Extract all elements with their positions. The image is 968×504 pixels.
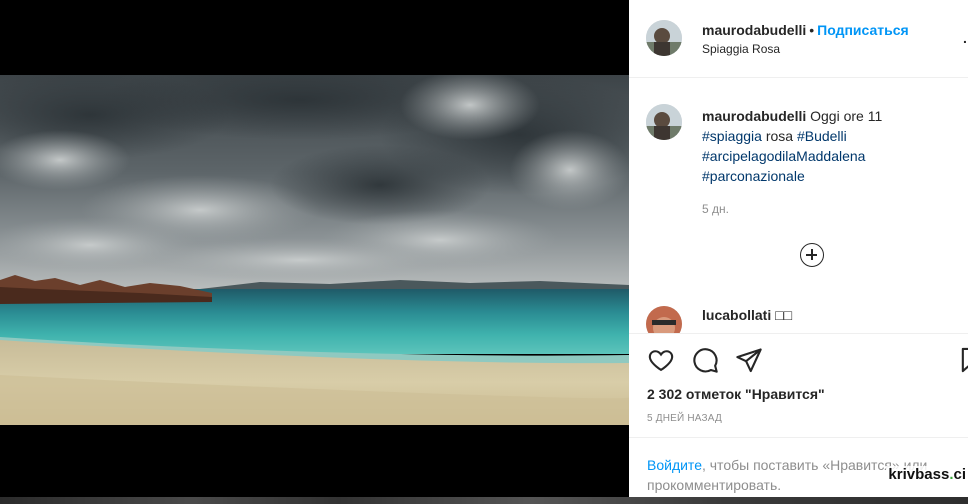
author-avatar-image bbox=[646, 20, 682, 56]
separator-dot: • bbox=[809, 22, 815, 38]
post-caption: maurodabudelli Oggi ore 11 #spiaggia ros… bbox=[702, 106, 952, 186]
watermark-tail: ci bbox=[953, 466, 966, 483]
post-media[interactable] bbox=[0, 0, 629, 504]
bookmark-icon[interactable] bbox=[957, 346, 968, 374]
caption-author-avatar[interactable] bbox=[646, 104, 682, 140]
commenter-username[interactable]: lucabollati bbox=[702, 307, 771, 323]
commenter-avatar-image bbox=[646, 306, 682, 333]
login-link[interactable]: Войдите bbox=[647, 457, 702, 473]
caption-word: rosa bbox=[765, 128, 794, 144]
hashtag-link[interactable]: #parconazionale bbox=[702, 168, 805, 184]
caption-username[interactable]: maurodabudelli bbox=[702, 108, 806, 124]
follow-button[interactable]: Подписаться bbox=[817, 22, 909, 38]
post-side-panel: maurodabudelli • Подписаться Spiaggia Rosa… bbox=[629, 0, 968, 497]
comments-section: maurodabudelli Oggi ore 11 #spiaggia ros… bbox=[629, 78, 968, 333]
beach-photo[interactable] bbox=[0, 75, 629, 425]
hashtag-link[interactable]: #arcipelagodilaMaddalena bbox=[702, 148, 865, 164]
likes-count[interactable]: 2 302 отметок "Нравится" bbox=[647, 386, 825, 402]
comment-icon[interactable] bbox=[691, 346, 719, 374]
hashtag-link[interactable]: #spiaggia bbox=[702, 128, 762, 144]
watermark-main: krivbass bbox=[888, 466, 950, 483]
author-username[interactable]: maurodabudelli bbox=[702, 22, 806, 38]
site-watermark: krivbass.ci bbox=[886, 466, 968, 483]
post-location[interactable]: Spiaggia Rosa bbox=[702, 42, 780, 56]
post-time-ago[interactable]: 5 дней назад bbox=[647, 413, 722, 424]
comment-item: lucabollati □□ bbox=[702, 307, 792, 323]
author-avatar[interactable] bbox=[646, 20, 682, 56]
beach-photo-image bbox=[0, 75, 629, 425]
post-header: maurodabudelli • Подписаться Spiaggia Rosa… bbox=[629, 0, 968, 78]
more-options-glyph[interactable]: . bbox=[963, 30, 967, 46]
heart-icon[interactable] bbox=[647, 346, 675, 374]
caption-age: 5 дн. bbox=[702, 202, 729, 216]
caption-avatar-image bbox=[646, 104, 682, 140]
send-icon[interactable] bbox=[735, 346, 763, 374]
comment-text: □□ bbox=[775, 307, 793, 323]
commenter-avatar[interactable] bbox=[646, 306, 682, 333]
hashtag-link[interactable]: #Budelli bbox=[797, 128, 847, 144]
load-more-comments-icon[interactable] bbox=[800, 243, 824, 267]
caption-text: Oggi ore 11 bbox=[810, 108, 883, 124]
